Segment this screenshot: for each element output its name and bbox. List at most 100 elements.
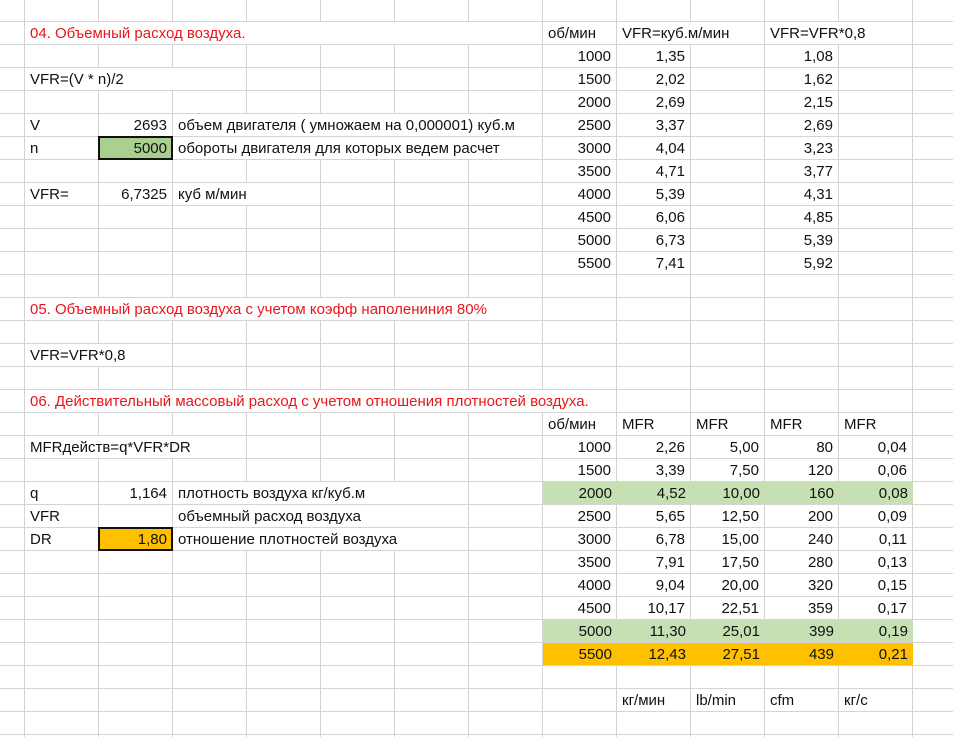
- mfr-cell[interactable]: 0,11: [839, 528, 912, 550]
- vfr-header-rpm[interactable]: об/мин: [543, 22, 616, 44]
- vfr-header-flow[interactable]: VFR=куб.м/мин: [617, 22, 764, 44]
- engine-volume-cell[interactable]: 2693: [99, 114, 172, 136]
- mfr-cell[interactable]: 3000: [543, 528, 616, 550]
- mfr-cell[interactable]: 439: [765, 643, 839, 665]
- mfr-header[interactable]: MFR: [839, 413, 912, 435]
- mfr-cell[interactable]: 5,65: [617, 505, 690, 527]
- label-vfr[interactable]: VFR=: [25, 183, 98, 205]
- label-dr[interactable]: DR: [25, 528, 98, 550]
- mfr-cell[interactable]: 200: [765, 505, 838, 527]
- mfr-cell[interactable]: 7,91: [617, 551, 690, 573]
- section-05-title[interactable]: 05. Объемный расход воздуха с учетом коэ…: [25, 298, 542, 320]
- mfr-cell[interactable]: 22,51: [691, 597, 764, 619]
- mfr-cell[interactable]: 80: [765, 436, 838, 458]
- vfr-cell-flow[interactable]: 2,02: [617, 68, 690, 90]
- mfr-cell[interactable]: 12,43: [617, 643, 691, 665]
- mfr-cell[interactable]: 0,15: [839, 574, 912, 596]
- mfr-cell[interactable]: 4,52: [617, 482, 691, 504]
- mfr-cell[interactable]: 27,51: [691, 643, 765, 665]
- note-vfr[interactable]: объемный расход воздуха: [173, 505, 468, 527]
- vfr-cell-flow[interactable]: 7,41: [617, 252, 690, 274]
- vfr-cell-flow-08[interactable]: 5,92: [765, 252, 838, 274]
- mfr-cell[interactable]: 5000: [543, 620, 617, 642]
- label-n[interactable]: n: [25, 137, 98, 159]
- mfr-cell[interactable]: 4000: [543, 574, 616, 596]
- vfr-cell-flow[interactable]: 3,37: [617, 114, 690, 136]
- label-vfr-2[interactable]: VFR: [25, 505, 98, 527]
- density-ratio-input-cell[interactable]: 1,80: [98, 527, 173, 551]
- vfr-cell-rpm[interactable]: 1500: [543, 68, 616, 90]
- vfr-cell-flow[interactable]: 5,39: [617, 183, 690, 205]
- mfr-formula[interactable]: MFRдейств=q*VFR*DR: [25, 436, 246, 458]
- mfr-header[interactable]: MFR: [691, 413, 764, 435]
- mfr-cell[interactable]: 320: [765, 574, 838, 596]
- air-density-cell[interactable]: 1,164: [99, 482, 172, 504]
- mfr-cell[interactable]: 7,50: [691, 459, 764, 481]
- note-density-ratio[interactable]: отношение плотностей воздуха: [173, 528, 468, 550]
- mfr-cell[interactable]: 0,06: [839, 459, 912, 481]
- mfr-cell[interactable]: 280: [765, 551, 838, 573]
- mfr-header[interactable]: MFR: [617, 413, 690, 435]
- section-06-title[interactable]: 06. Действительный массовый расход с уче…: [25, 390, 616, 412]
- mfr-cell[interactable]: 0,21: [839, 643, 913, 665]
- mfr-cell[interactable]: 0,19: [839, 620, 913, 642]
- mfr-cell[interactable]: 0,04: [839, 436, 912, 458]
- mfr-cell[interactable]: 3500: [543, 551, 616, 573]
- vfr-result-cell[interactable]: 6,7325: [99, 183, 172, 205]
- vfr-cell-flow-08[interactable]: 3,77: [765, 160, 838, 182]
- vfr-cell-flow-08[interactable]: 2,15: [765, 91, 838, 113]
- vfr-08-formula[interactable]: VFR=VFR*0,8: [25, 344, 172, 366]
- label-v[interactable]: V: [25, 114, 98, 136]
- vfr-cell-rpm[interactable]: 1000: [543, 45, 616, 67]
- mfr-cell[interactable]: 240: [765, 528, 838, 550]
- mfr-cell[interactable]: 9,04: [617, 574, 690, 596]
- mfr-unit-label[interactable]: cfm: [765, 689, 838, 711]
- vfr-cell-rpm[interactable]: 2500: [543, 114, 616, 136]
- vfr-cell-flow-08[interactable]: 4,85: [765, 206, 838, 228]
- vfr-cell-flow-08[interactable]: 1,62: [765, 68, 838, 90]
- vfr-formula[interactable]: VFR=(V * n)/2: [25, 68, 246, 90]
- mfr-cell[interactable]: 160: [765, 482, 839, 504]
- mfr-cell[interactable]: 25,01: [691, 620, 765, 642]
- mfr-cell[interactable]: 6,78: [617, 528, 690, 550]
- vfr-cell-rpm[interactable]: 4500: [543, 206, 616, 228]
- vfr-cell-flow[interactable]: 4,04: [617, 137, 690, 159]
- vfr-cell-rpm[interactable]: 4000: [543, 183, 616, 205]
- mfr-cell[interactable]: 359: [765, 597, 838, 619]
- section-04-title[interactable]: 04. Объемный расход воздуха.: [25, 22, 542, 44]
- mfr-cell[interactable]: 3,39: [617, 459, 690, 481]
- mfr-header[interactable]: MFR: [765, 413, 838, 435]
- mfr-cell[interactable]: 0,09: [839, 505, 912, 527]
- mfr-cell[interactable]: 0,08: [839, 482, 913, 504]
- mfr-cell[interactable]: 2500: [543, 505, 616, 527]
- vfr-cell-flow-08[interactable]: 4,31: [765, 183, 838, 205]
- vfr-cell-rpm[interactable]: 5000: [543, 229, 616, 251]
- vfr-cell-flow[interactable]: 2,69: [617, 91, 690, 113]
- mfr-cell[interactable]: 15,00: [691, 528, 764, 550]
- mfr-cell[interactable]: 2,26: [617, 436, 690, 458]
- mfr-header[interactable]: об/мин: [543, 413, 616, 435]
- mfr-cell[interactable]: 4500: [543, 597, 616, 619]
- label-q[interactable]: q: [25, 482, 98, 504]
- vfr-unit[interactable]: куб м/мин: [173, 183, 320, 205]
- mfr-cell[interactable]: 0,17: [839, 597, 912, 619]
- mfr-cell[interactable]: 1500: [543, 459, 616, 481]
- mfr-cell[interactable]: 399: [765, 620, 839, 642]
- mfr-cell[interactable]: 10,00: [691, 482, 765, 504]
- mfr-cell[interactable]: 1000: [543, 436, 616, 458]
- mfr-cell[interactable]: 120: [765, 459, 838, 481]
- vfr-cell-flow-08[interactable]: 5,39: [765, 229, 838, 251]
- rpm-input-cell[interactable]: 5000: [98, 136, 173, 160]
- vfr-cell-flow[interactable]: 1,35: [617, 45, 690, 67]
- vfr-cell-rpm[interactable]: 3000: [543, 137, 616, 159]
- vfr-cell-flow-08[interactable]: 1,08: [765, 45, 838, 67]
- vfr-cell-flow-08[interactable]: 3,23: [765, 137, 838, 159]
- vfr-cell-flow[interactable]: 4,71: [617, 160, 690, 182]
- mfr-cell[interactable]: 11,30: [617, 620, 691, 642]
- note-engine-volume[interactable]: объем двигателя ( умножаем на 0,000001) …: [173, 114, 542, 136]
- mfr-unit-label[interactable]: кг/с: [839, 689, 912, 711]
- mfr-unit-label[interactable]: lb/min: [691, 689, 764, 711]
- mfr-cell[interactable]: 2000: [543, 482, 617, 504]
- mfr-cell[interactable]: 5,00: [691, 436, 764, 458]
- vfr-header-flow-08[interactable]: VFR=VFR*0,8: [765, 22, 912, 44]
